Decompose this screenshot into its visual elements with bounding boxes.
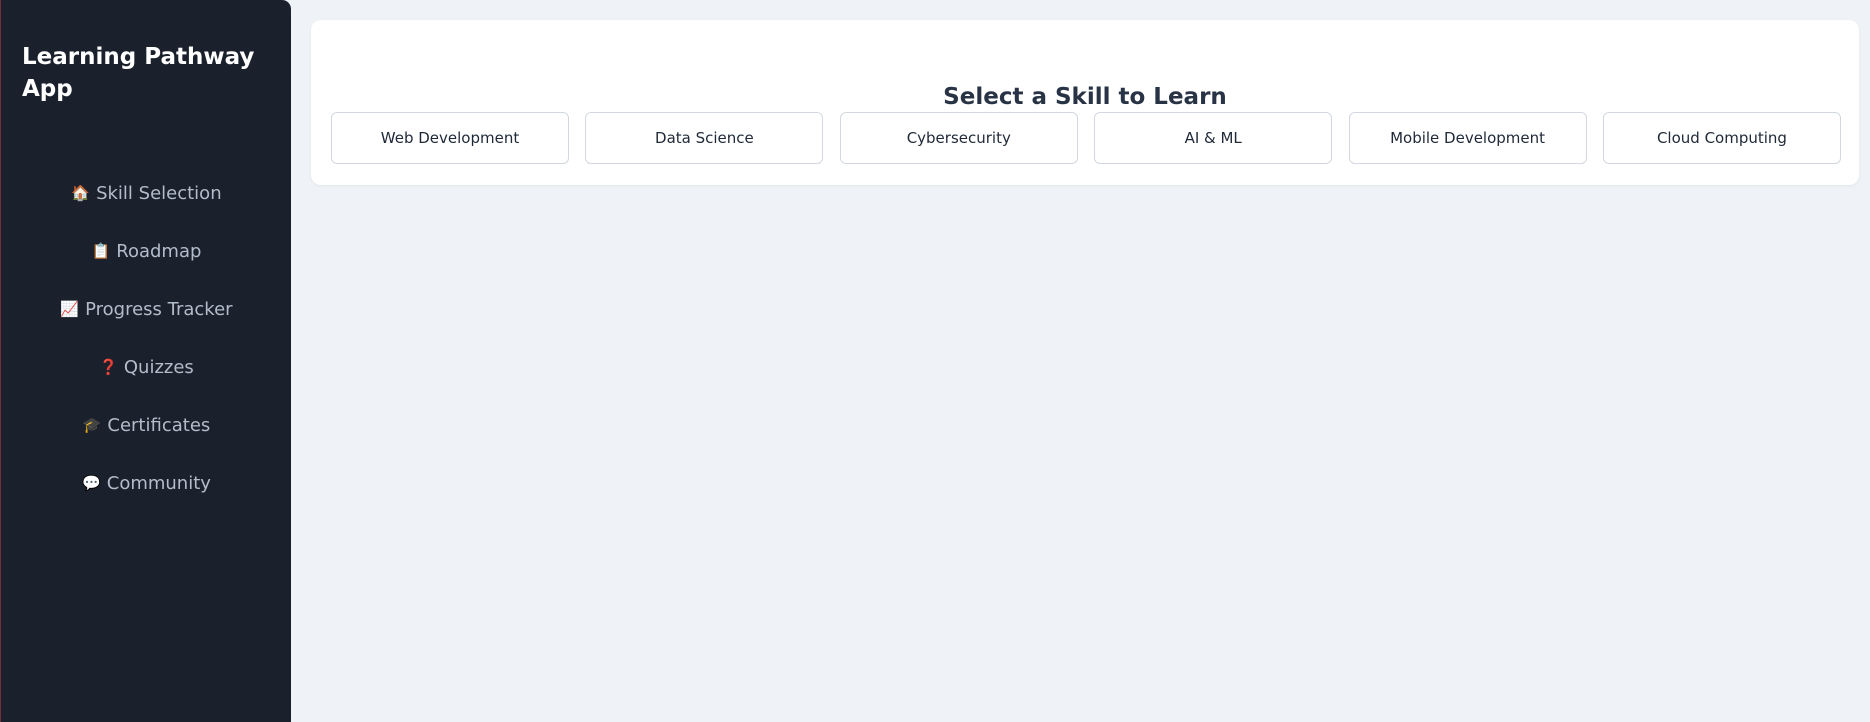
sidebar-item-label: Quizzes bbox=[123, 356, 194, 378]
page-title: Select a Skill to Learn bbox=[943, 84, 1227, 110]
home-icon: 🏠 bbox=[71, 184, 91, 202]
sidebar-item-label: Progress Tracker bbox=[85, 298, 233, 320]
skill-button-data-science[interactable]: Data Science bbox=[585, 112, 824, 164]
sidebar-item-roadmap[interactable]: 📋 Roadmap bbox=[1, 222, 292, 280]
speech-bubble-icon: 💬 bbox=[82, 474, 101, 492]
skill-options: Web Development Data Science Cybersecuri… bbox=[331, 112, 1841, 164]
sidebar: Learning Pathway App 🏠 Skill Selection 📋… bbox=[0, 0, 291, 722]
skill-button-web-development[interactable]: Web Development bbox=[331, 112, 569, 164]
question-mark-icon: ❓ bbox=[99, 358, 118, 376]
skill-button-mobile-development[interactable]: Mobile Development bbox=[1348, 112, 1587, 164]
sidebar-item-progress-tracker[interactable]: 📈 Progress Tracker bbox=[1, 280, 292, 338]
skill-button-cybersecurity[interactable]: Cybersecurity bbox=[839, 112, 1078, 164]
skill-button-ai-ml[interactable]: AI & ML bbox=[1094, 112, 1333, 164]
sidebar-item-skill-selection[interactable]: 🏠 Skill Selection bbox=[1, 164, 292, 222]
sidebar-item-community[interactable]: 💬 Community bbox=[1, 454, 292, 512]
sidebar-item-label: Community bbox=[106, 472, 211, 494]
app-window: Learning Pathway App 🏠 Skill Selection 📋… bbox=[0, 0, 1870, 722]
app-title: Learning Pathway App bbox=[22, 44, 255, 102]
sidebar-item-label: Roadmap bbox=[116, 240, 202, 262]
skill-selection-card: Select a Skill to Learn Web Development … bbox=[311, 20, 1859, 185]
sidebar-item-certificates[interactable]: 🎓 Certificates bbox=[1, 396, 292, 454]
sidebar-nav: 🏠 Skill Selection 📋 Roadmap 📈 Progress T… bbox=[1, 164, 292, 512]
sidebar-item-label: Certificates bbox=[107, 414, 211, 436]
clipboard-icon: 📋 bbox=[91, 242, 111, 260]
skill-button-cloud-computing[interactable]: Cloud Computing bbox=[1602, 112, 1841, 164]
graduation-cap-icon: 🎓 bbox=[82, 416, 102, 434]
sidebar-item-label: Skill Selection bbox=[96, 182, 222, 204]
sidebar-item-quizzes[interactable]: ❓ Quizzes bbox=[1, 338, 292, 396]
chart-increasing-icon: 📈 bbox=[60, 300, 80, 318]
